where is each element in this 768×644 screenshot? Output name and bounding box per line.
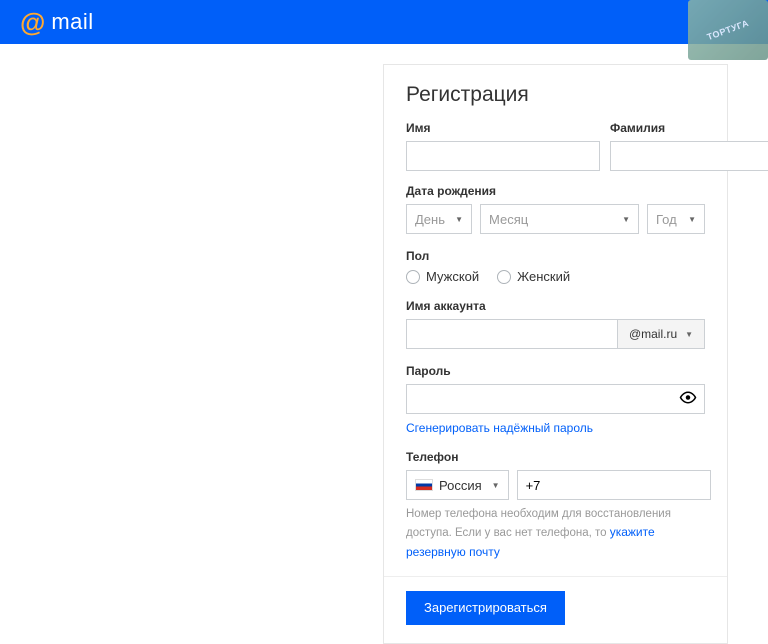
- radio-icon: [406, 270, 420, 284]
- chevron-down-icon: ▼: [685, 330, 693, 339]
- gender-male-radio[interactable]: Мужской: [406, 269, 479, 284]
- submit-button[interactable]: Зарегистрироваться: [406, 591, 565, 625]
- country-select[interactable]: Россия ▼: [406, 470, 509, 500]
- last-name-label: Фамилия: [610, 121, 768, 135]
- app-header: @ mail ТОРТУГА: [0, 0, 768, 44]
- logo: @ mail: [20, 7, 94, 38]
- first-name-label: Имя: [406, 121, 600, 135]
- phone-label: Телефон: [406, 450, 458, 464]
- dob-month-select[interactable]: Месяц ▼: [480, 204, 639, 234]
- watermark-badge: ТОРТУГА: [688, 0, 768, 60]
- flag-ru-icon: [415, 479, 433, 491]
- phone-hint: Номер телефона необходим для восстановле…: [406, 506, 705, 562]
- generate-password-link[interactable]: Сгенерировать надёжный пароль: [406, 421, 593, 435]
- logo-at-icon: @: [20, 7, 45, 38]
- chevron-down-icon: ▼: [688, 215, 696, 224]
- phone-input[interactable]: [517, 470, 711, 500]
- password-label: Пароль: [406, 364, 451, 378]
- dob-year-select[interactable]: Год ▼: [647, 204, 705, 234]
- registration-form: Регистрация Имя Фамилия Дата рождения Де…: [383, 64, 728, 644]
- chevron-down-icon: ▼: [622, 215, 630, 224]
- domain-select[interactable]: @mail.ru ▼: [617, 319, 705, 349]
- gender-female-radio[interactable]: Женский: [497, 269, 570, 284]
- last-name-input[interactable]: [610, 141, 768, 171]
- account-label: Имя аккаунта: [406, 299, 486, 313]
- first-name-input[interactable]: [406, 141, 600, 171]
- eye-icon[interactable]: [679, 389, 697, 410]
- dob-day-select[interactable]: День ▼: [406, 204, 472, 234]
- radio-icon: [497, 270, 511, 284]
- chevron-down-icon: ▼: [455, 215, 463, 224]
- gender-label: Пол: [406, 249, 429, 263]
- password-input[interactable]: [406, 384, 705, 414]
- logo-text: mail: [51, 9, 93, 35]
- account-input[interactable]: [406, 319, 617, 349]
- chevron-down-icon: ▼: [492, 481, 500, 490]
- dob-label: Дата рождения: [406, 184, 496, 198]
- page-title: Регистрация: [406, 83, 705, 107]
